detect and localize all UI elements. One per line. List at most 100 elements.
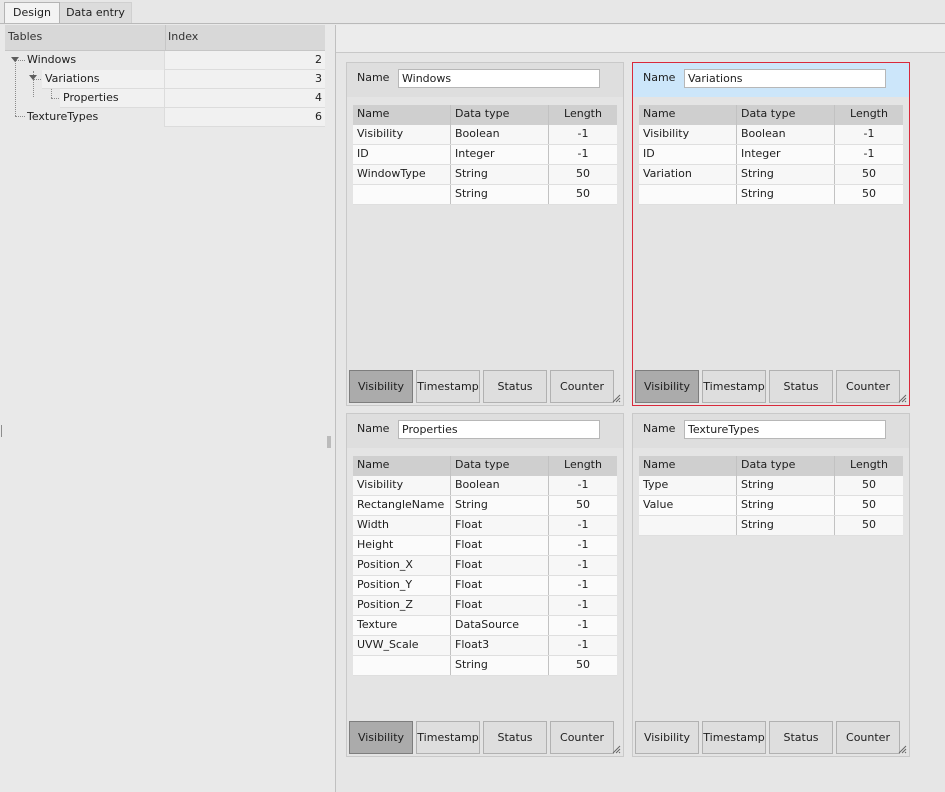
field-name[interactable]: Position_X xyxy=(353,556,451,575)
field-name[interactable]: Visibility xyxy=(353,476,451,495)
counter-button[interactable]: Counter xyxy=(836,721,900,754)
field-type[interactable]: String xyxy=(451,165,549,184)
field-type[interactable]: Float xyxy=(451,596,549,615)
field-row[interactable]: WindowType String 50 xyxy=(353,165,617,185)
timestamp-button[interactable]: Timestamp xyxy=(702,721,766,754)
timestamp-button[interactable]: Timestamp xyxy=(416,721,480,754)
field-type[interactable]: String xyxy=(451,496,549,515)
field-length[interactable]: 50 xyxy=(835,476,903,495)
field-type[interactable]: Boolean xyxy=(451,125,549,144)
timestamp-button[interactable]: Timestamp xyxy=(416,370,480,403)
field-row[interactable]: UVW_Scale Float3 -1 xyxy=(353,636,617,656)
table-card[interactable]: Name Windows Name Data type Length Visib… xyxy=(346,62,624,406)
field-type[interactable]: String xyxy=(737,476,835,495)
visibility-button[interactable]: Visibility xyxy=(635,721,699,754)
field-type[interactable]: Integer xyxy=(737,145,835,164)
tree-row[interactable]: Variations 3 xyxy=(5,70,325,89)
field-length[interactable]: 50 xyxy=(549,185,617,204)
field-length[interactable]: -1 xyxy=(549,125,617,144)
tab-design[interactable]: Design xyxy=(4,2,60,23)
field-length[interactable]: 50 xyxy=(549,165,617,184)
field-row[interactable]: Value String 50 xyxy=(639,496,903,516)
table-name-input[interactable]: Variations xyxy=(684,69,886,88)
field-name[interactable]: ID xyxy=(353,145,451,164)
header-name[interactable]: Name xyxy=(353,456,451,476)
field-name[interactable]: WindowType xyxy=(353,165,451,184)
splitter-grip[interactable] xyxy=(327,436,331,448)
field-row[interactable]: String 50 xyxy=(353,656,617,676)
field-length[interactable]: -1 xyxy=(549,576,617,595)
field-row[interactable]: Visibility Boolean -1 xyxy=(353,125,617,145)
field-type[interactable]: Boolean xyxy=(451,476,549,495)
field-length[interactable]: 50 xyxy=(835,516,903,535)
field-type[interactable]: String xyxy=(737,185,835,204)
field-type[interactable]: Float xyxy=(451,576,549,595)
field-length[interactable]: -1 xyxy=(549,476,617,495)
field-length[interactable]: 50 xyxy=(549,496,617,515)
field-name[interactable] xyxy=(353,185,451,204)
field-name[interactable]: RectangleName xyxy=(353,496,451,515)
field-length[interactable]: 50 xyxy=(549,656,617,675)
field-type[interactable]: Float xyxy=(451,516,549,535)
splitter-grip[interactable] xyxy=(0,425,3,437)
field-length[interactable]: -1 xyxy=(549,536,617,555)
field-name[interactable]: Texture xyxy=(353,616,451,635)
counter-button[interactable]: Counter xyxy=(550,721,614,754)
field-name[interactable]: Position_Y xyxy=(353,576,451,595)
field-name[interactable]: Visibility xyxy=(353,125,451,144)
field-row[interactable]: RectangleName String 50 xyxy=(353,496,617,516)
field-name[interactable]: Height xyxy=(353,536,451,555)
counter-button[interactable]: Counter xyxy=(550,370,614,403)
field-row[interactable]: Position_Z Float -1 xyxy=(353,596,617,616)
table-card[interactable]: Name Variations Name Data type Length Vi… xyxy=(632,62,910,406)
field-row[interactable]: Type String 50 xyxy=(639,476,903,496)
table-name-input[interactable]: Windows xyxy=(398,69,600,88)
field-length[interactable]: -1 xyxy=(549,636,617,655)
field-name[interactable]: Position_Z xyxy=(353,596,451,615)
field-row[interactable]: Variation String 50 xyxy=(639,165,903,185)
field-name[interactable]: Value xyxy=(639,496,737,515)
timestamp-button[interactable]: Timestamp xyxy=(702,370,766,403)
visibility-button[interactable]: Visibility xyxy=(349,721,413,754)
header-data-type[interactable]: Data type xyxy=(451,456,549,476)
header-name[interactable]: Name xyxy=(639,456,737,476)
field-type[interactable]: DataSource xyxy=(451,616,549,635)
header-length[interactable]: Length xyxy=(835,105,903,125)
field-row[interactable]: String 50 xyxy=(639,185,903,205)
field-type[interactable]: String xyxy=(737,496,835,515)
table-name-input[interactable]: TextureTypes xyxy=(684,420,886,439)
header-name[interactable]: Name xyxy=(639,105,737,125)
tree-header-tables[interactable]: Tables xyxy=(8,25,166,50)
field-name[interactable]: Type xyxy=(639,476,737,495)
tree-row[interactable]: Properties 4 xyxy=(5,89,325,108)
resize-grip-icon[interactable] xyxy=(611,744,621,754)
header-data-type[interactable]: Data type xyxy=(451,105,549,125)
field-type[interactable]: Boolean xyxy=(737,125,835,144)
field-type[interactable]: String xyxy=(451,656,549,675)
tree-header-index[interactable]: Index xyxy=(168,25,198,50)
header-data-type[interactable]: Data type xyxy=(737,105,835,125)
field-length[interactable]: -1 xyxy=(835,125,903,144)
field-length[interactable]: -1 xyxy=(549,596,617,615)
field-row[interactable]: Width Float -1 xyxy=(353,516,617,536)
resize-grip-icon[interactable] xyxy=(897,744,907,754)
field-type[interactable]: Float3 xyxy=(451,636,549,655)
tree-row[interactable]: TextureTypes 6 xyxy=(5,108,325,127)
resize-grip-icon[interactable] xyxy=(611,393,621,403)
field-length[interactable]: -1 xyxy=(549,145,617,164)
field-length[interactable]: -1 xyxy=(835,145,903,164)
status-button[interactable]: Status xyxy=(769,721,833,754)
table-card[interactable]: Name Properties Name Data type Length Vi… xyxy=(346,413,624,757)
field-name[interactable]: ID xyxy=(639,145,737,164)
field-type[interactable]: String xyxy=(737,516,835,535)
table-card[interactable]: Name TextureTypes Name Data type Length … xyxy=(632,413,910,757)
header-length[interactable]: Length xyxy=(549,456,617,476)
field-name[interactable] xyxy=(639,185,737,204)
field-name[interactable]: UVW_Scale xyxy=(353,636,451,655)
header-name[interactable]: Name xyxy=(353,105,451,125)
status-button[interactable]: Status xyxy=(769,370,833,403)
header-length[interactable]: Length xyxy=(549,105,617,125)
resize-grip-icon[interactable] xyxy=(897,393,907,403)
tree-row[interactable]: Windows 2 xyxy=(5,51,325,70)
field-row[interactable]: Visibility Boolean -1 xyxy=(639,125,903,145)
